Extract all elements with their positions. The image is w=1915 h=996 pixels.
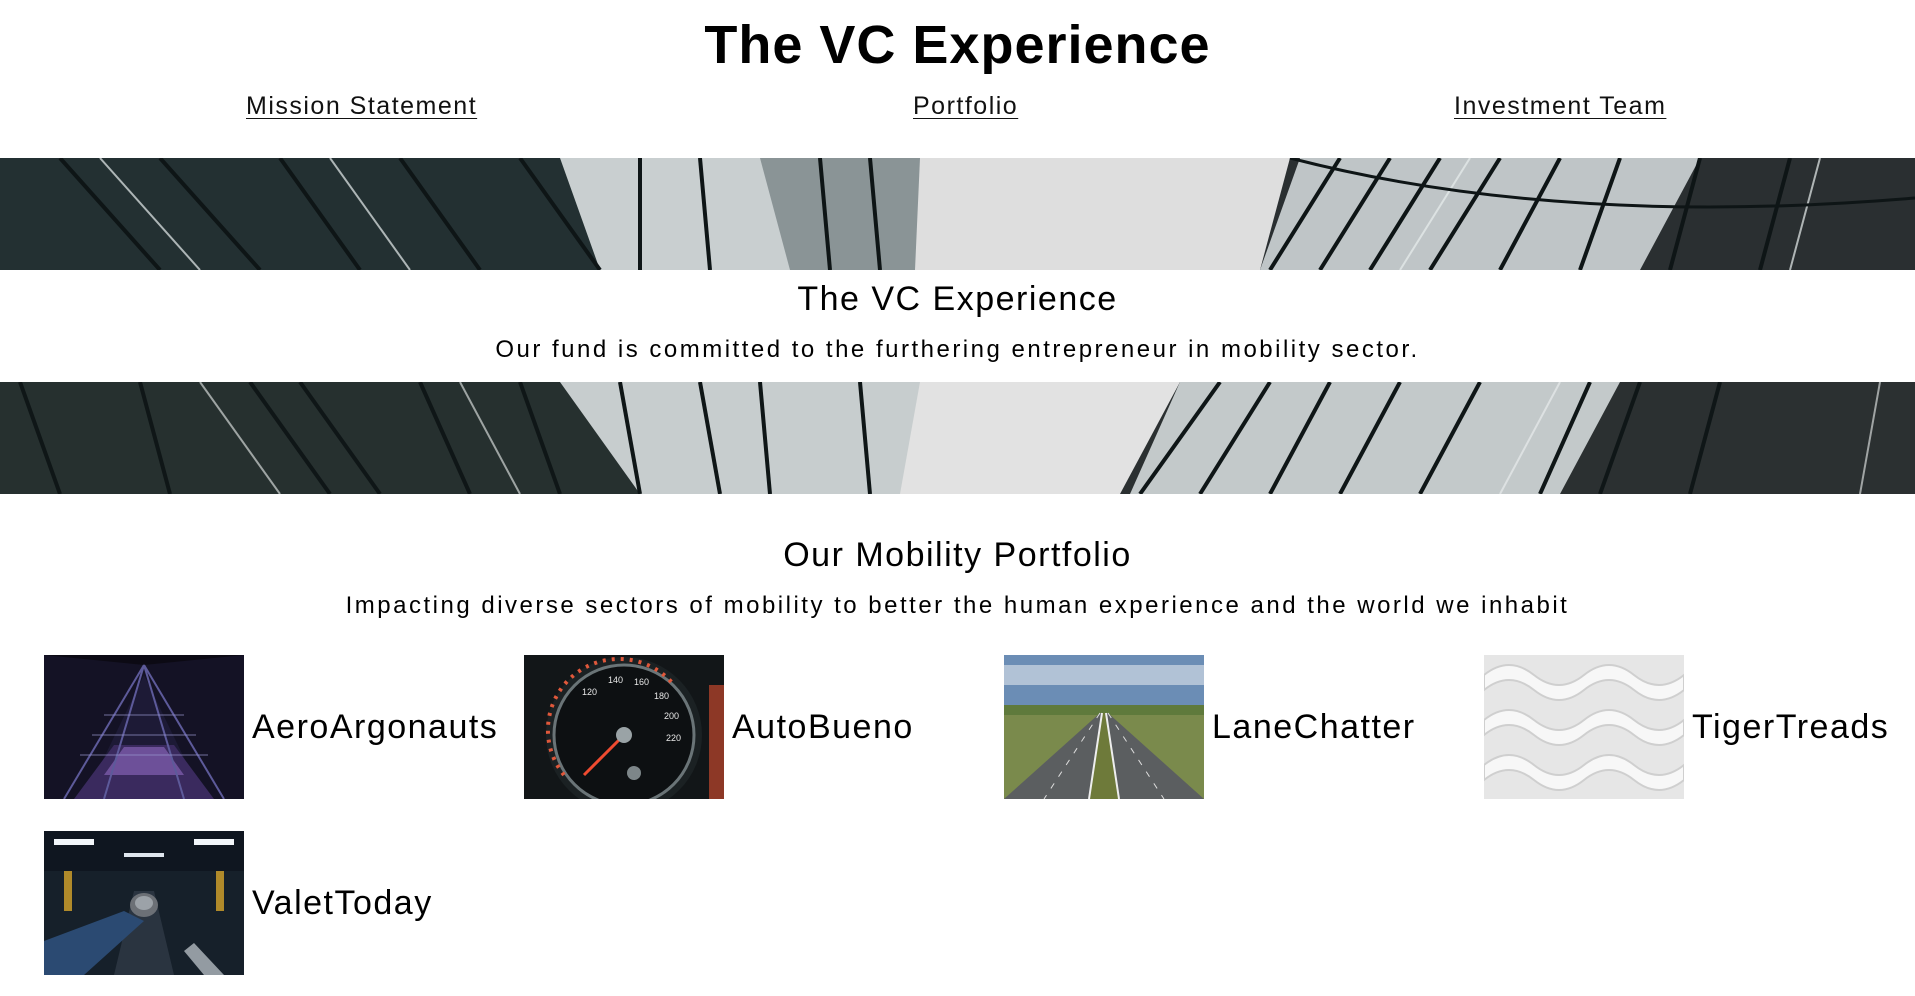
hero-heading: The VC Experience (797, 280, 1118, 318)
tunnel-image (44, 655, 244, 799)
portfolio-card-lanechatter[interactable]: LaneChatter (1004, 655, 1416, 799)
main-nav: Mission Statement Portfolio Investment T… (0, 92, 1915, 128)
hero-subtitle: Our fund is committed to the furthering … (495, 336, 1420, 363)
company-name: AeroArgonauts (252, 707, 499, 746)
parking-garage-image (44, 831, 244, 975)
nav-link-investment-team[interactable]: Investment Team (1454, 92, 1666, 121)
company-name: AutoBueno (732, 707, 914, 746)
nav-link-portfolio[interactable]: Portfolio (913, 92, 1018, 121)
skyscraper-banner-bottom (0, 382, 1915, 494)
portfolio-card-aeroargonauts[interactable]: AeroArgonauts (44, 655, 498, 799)
company-name: LaneChatter (1212, 707, 1416, 746)
nav-link-mission-statement[interactable]: Mission Statement (246, 92, 477, 121)
highway-image (1004, 655, 1204, 799)
portfolio-subtitle: Impacting diverse sectors of mobility to… (345, 592, 1570, 619)
pattern-image (1484, 655, 1684, 799)
company-name: TigerTreads (1692, 707, 1890, 746)
svg-text:160: 160 (634, 677, 649, 687)
company-name: ValetToday (252, 883, 433, 922)
portfolio-card-valettoday[interactable]: ValetToday (44, 831, 433, 975)
speedometer-image: 120 140 160 180 200 220 (524, 655, 724, 799)
svg-text:200: 200 (664, 711, 679, 721)
svg-text:180: 180 (654, 691, 669, 701)
portfolio-card-autobueno[interactable]: 120 140 160 180 200 220 AutoBueno (524, 655, 914, 799)
skyscraper-banner-top (0, 158, 1915, 270)
portfolio-heading: Our Mobility Portfolio (783, 536, 1132, 574)
svg-text:220: 220 (666, 733, 681, 743)
svg-text:120: 120 (582, 687, 597, 697)
portfolio-card-tigertreads[interactable]: TigerTreads (1484, 655, 1889, 799)
site-title: The VC Experience (704, 15, 1211, 75)
svg-text:140: 140 (608, 675, 623, 685)
